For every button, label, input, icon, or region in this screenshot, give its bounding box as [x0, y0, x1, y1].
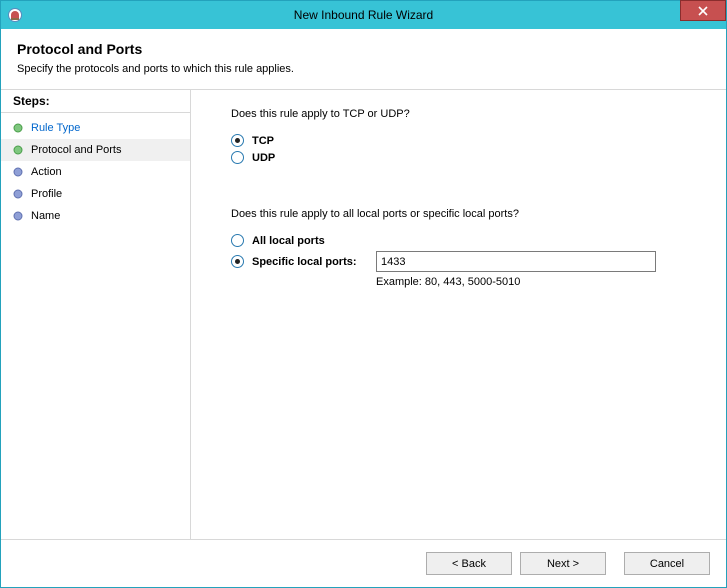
step-name[interactable]: Name: [1, 205, 190, 227]
step-profile[interactable]: Profile: [1, 183, 190, 205]
back-button[interactable]: < Back: [426, 552, 512, 575]
radio-all-ports-label: All local ports: [252, 235, 325, 247]
page-subtitle: Specify the protocols and ports to which…: [17, 63, 710, 75]
window-title: New Inbound Rule Wizard: [1, 8, 726, 22]
step-label: Profile: [31, 188, 62, 200]
wizard-footer: < Back Next > Cancel: [1, 539, 726, 587]
step-pending-icon: [13, 167, 23, 177]
step-label: Name: [31, 210, 60, 222]
wizard-header: Protocol and Ports Specify the protocols…: [1, 29, 726, 81]
radio-all-ports[interactable]: [231, 234, 244, 247]
step-action[interactable]: Action: [1, 161, 190, 183]
ports-question: Does this rule apply to all local ports …: [231, 208, 686, 220]
ports-specific-row[interactable]: Specific local ports:: [231, 251, 686, 272]
steps-sidebar: Steps: Rule Type Protocol and Ports: [1, 90, 191, 539]
radio-tcp-label: TCP: [252, 135, 274, 147]
step-protocol-and-ports[interactable]: Protocol and Ports: [1, 139, 190, 161]
step-label: Action: [31, 166, 62, 178]
close-icon: [698, 6, 708, 16]
step-label: Protocol and Ports: [31, 144, 122, 156]
protocol-question: Does this rule apply to TCP or UDP?: [231, 108, 686, 120]
wizard-body: Steps: Rule Type Protocol and Ports: [1, 90, 726, 539]
wizard-window: New Inbound Rule Wizard Protocol and Por…: [0, 0, 727, 588]
step-current-icon: [13, 145, 23, 155]
cancel-button[interactable]: Cancel: [624, 552, 710, 575]
step-rule-type[interactable]: Rule Type: [1, 117, 190, 139]
wizard-content: Does this rule apply to TCP or UDP? TCP …: [191, 90, 726, 539]
title-bar: New Inbound Rule Wizard: [1, 1, 726, 29]
radio-specific-ports[interactable]: [231, 255, 244, 268]
close-button[interactable]: [680, 0, 726, 21]
radio-udp-label: UDP: [252, 152, 275, 164]
ports-example: Example: 80, 443, 5000-5010: [376, 276, 686, 288]
protocol-udp-row[interactable]: UDP: [231, 151, 686, 164]
steps-list: Rule Type Protocol and Ports Action: [1, 113, 190, 231]
specific-ports-input[interactable]: [376, 251, 656, 272]
firewall-icon: [7, 7, 23, 23]
step-done-icon: [13, 123, 23, 133]
step-pending-icon: [13, 189, 23, 199]
protocol-tcp-row[interactable]: TCP: [231, 134, 686, 147]
next-button[interactable]: Next >: [520, 552, 606, 575]
page-heading: Protocol and Ports: [17, 41, 710, 57]
step-pending-icon: [13, 211, 23, 221]
radio-udp[interactable]: [231, 151, 244, 164]
step-label: Rule Type: [31, 122, 80, 134]
radio-specific-ports-label: Specific local ports:: [252, 256, 376, 268]
radio-tcp[interactable]: [231, 134, 244, 147]
ports-all-row[interactable]: All local ports: [231, 234, 686, 247]
steps-label: Steps:: [1, 90, 190, 113]
